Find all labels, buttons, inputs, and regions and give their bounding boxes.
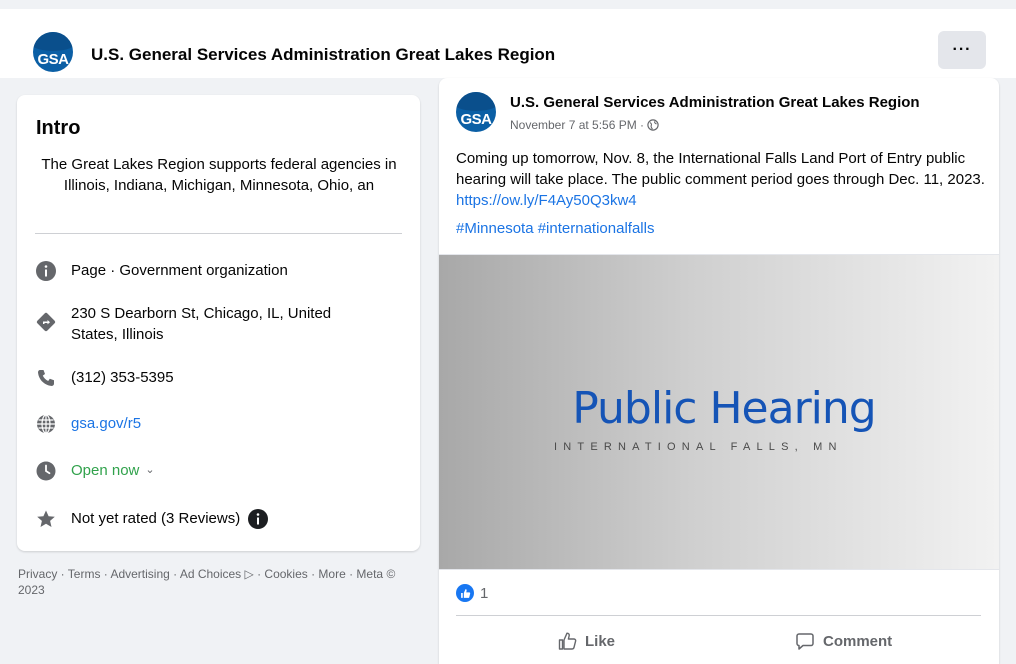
divider [35,233,402,234]
clock-icon [35,460,57,482]
more-options-button[interactable]: ··· [938,31,986,69]
info-row-category: Page · Government organization [35,260,405,282]
thumbs-up-icon [558,632,577,650]
phone-text: (312) 353-5395 [71,369,174,386]
info-icon [35,260,57,282]
image-subtitle: INTERNATIONAL FALLS, MN [554,441,843,453]
like-label: Like [585,632,616,650]
post-image[interactable]: Public Hearing INTERNATIONAL FALLS, MN [439,254,999,570]
post-body: Coming up tomorrow, Nov. 8, the Internat… [456,148,991,211]
post-meta: November 7 at 5:56 PM · [510,118,659,132]
phone-icon [35,367,57,389]
intro-description: The Great Lakes Region supports federal … [41,156,397,194]
post-hashtags[interactable]: #Minnesota #internationalfalls [456,220,654,237]
avatar-text: GSA [460,111,492,128]
reaction-summary[interactable]: 1 [456,584,488,602]
intro-title: Intro [36,117,81,139]
comment-icon [796,633,814,650]
intro-card: Intro The Great Lakes Region supports fe… [17,95,420,551]
post-author-name[interactable]: U.S. General Services Administration Gre… [510,94,920,111]
category-text: Page · Government organization [71,262,288,279]
like-reaction-icon [456,584,474,602]
info-row-rating: Not yet rated (3 Reviews) [35,508,405,535]
image-title: Public Hearing [572,383,876,434]
footer-links[interactable]: Privacy · Terms · Advertising · Ad Choic… [18,566,418,598]
open-status[interactable]: Open now [71,460,139,481]
comment-label: Comment [823,632,893,650]
info-row-website[interactable]: gsa.gov/r5 [35,413,405,435]
globe-icon [35,413,57,435]
rating-info-icon[interactable] [248,509,269,535]
address-text: 230 S Dearborn St, Chicago, IL, United S… [71,305,332,343]
post-body-link[interactable]: https://ow.ly/F4Ay50Q3kw4 [456,192,637,209]
page-title: U.S. General Services Administration Gre… [91,45,556,64]
page-header: GSA U.S. General Services Administration… [0,0,1016,78]
post-card: GSA U.S. General Services Administration… [439,78,999,664]
like-button[interactable]: Like [557,626,615,656]
website-link[interactable]: gsa.gov/r5 [71,413,141,434]
info-row-hours[interactable]: Open now ⌄ [35,460,405,482]
post-timestamp[interactable]: November 7 at 5:56 PM · [510,118,644,132]
post-body-text: Coming up tomorrow, Nov. 8, the Internat… [456,150,985,188]
post-author-avatar[interactable]: GSA [456,92,496,132]
rating-text: Not yet rated (3 Reviews) [71,510,241,527]
avatar-text: GSA [37,51,69,68]
info-row-address: 230 S Dearborn St, Chicago, IL, United S… [35,303,405,345]
divider [456,615,981,616]
chevron-down-icon[interactable]: ⌄ [145,460,154,481]
globe-icon [647,119,659,131]
directions-icon [35,311,57,333]
star-icon [35,508,57,530]
reaction-count: 1 [480,584,489,602]
page-avatar[interactable]: GSA [33,32,73,72]
info-row-phone: (312) 353-5395 [35,367,405,389]
comment-button[interactable]: Comment [795,626,892,656]
